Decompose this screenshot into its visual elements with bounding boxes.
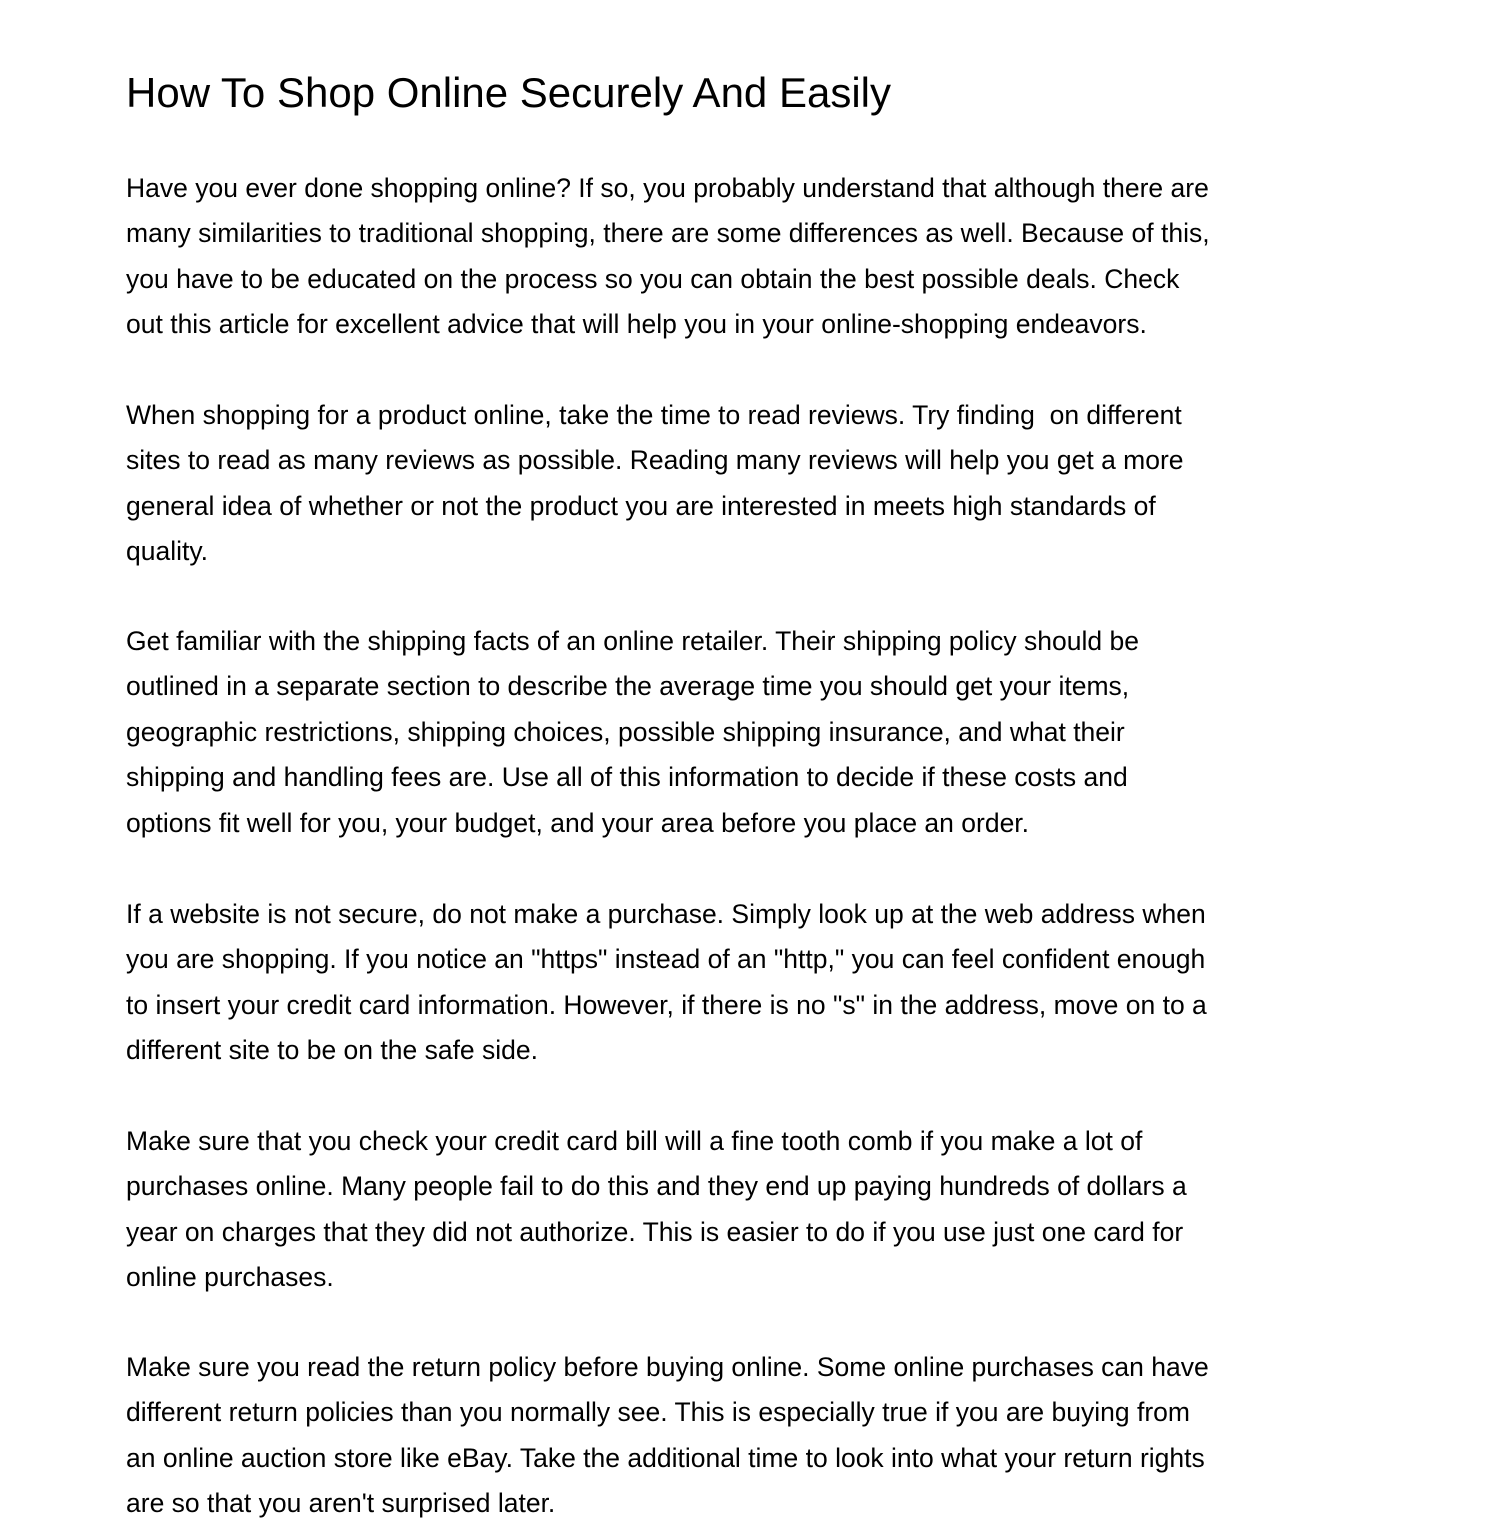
paragraph-security: If a website is not secure, do not make …	[126, 892, 1207, 1074]
text-line: outlined in a separate section to descri…	[126, 671, 1130, 702]
text-line: geographic restrictions, shipping choice…	[126, 716, 1125, 747]
text-line: Have you ever done shopping online? If s…	[126, 173, 1209, 203]
text-line: general idea of whether or not the produ…	[126, 490, 1156, 521]
text-line: to insert your credit card information. …	[126, 989, 1207, 1020]
paragraph-intro: Have you ever done shopping online? If s…	[126, 166, 1210, 348]
text-line: purchases online. Many people fail to do…	[126, 1171, 1187, 1202]
text-line: Make sure you read the return policy bef…	[126, 1352, 1209, 1382]
text-line: different return policies than you norma…	[126, 1397, 1190, 1428]
text-line: many similarities to traditional shoppin…	[126, 218, 1210, 249]
text-line: year on charges that they did not author…	[126, 1216, 1184, 1247]
text-line: shipping and handling fees are. Use all …	[126, 762, 1128, 793]
paragraph-credit-card: Make sure that you check your credit car…	[126, 1119, 1187, 1301]
paragraph-shipping: Get familiar with the shipping facts of …	[126, 619, 1139, 846]
text-line: different site to be on the safe side.	[126, 1035, 539, 1066]
text-line: quality.	[126, 536, 208, 567]
text-line: an online auction store like eBay. Take …	[126, 1442, 1205, 1473]
paragraph-return-policy: Make sure you read the return policy bef…	[126, 1345, 1209, 1527]
text-line: sites to read as many reviews as possibl…	[126, 445, 1184, 476]
document-title: How To Shop Online Securely And Easily	[126, 69, 891, 116]
text-line: If a website is not secure, do not make …	[126, 899, 1206, 929]
paragraph-reviews: When shopping for a product online, take…	[126, 393, 1184, 575]
text-line: you have to be educated on the process s…	[126, 263, 1180, 294]
text-line: out this article for excellent advice th…	[126, 309, 1147, 340]
text-line: online purchases.	[126, 1262, 334, 1293]
text-line: Get familiar with the shipping facts of …	[126, 626, 1139, 656]
text-line: Make sure that you check your credit car…	[126, 1126, 1143, 1156]
text-line: you are shopping. If you notice an "http…	[126, 944, 1206, 975]
text-line: are so that you aren't surprised later.	[126, 1488, 556, 1519]
text-line: When shopping for a product online, take…	[126, 400, 1182, 430]
text-line: options fit well for you, your budget, a…	[126, 807, 1030, 838]
